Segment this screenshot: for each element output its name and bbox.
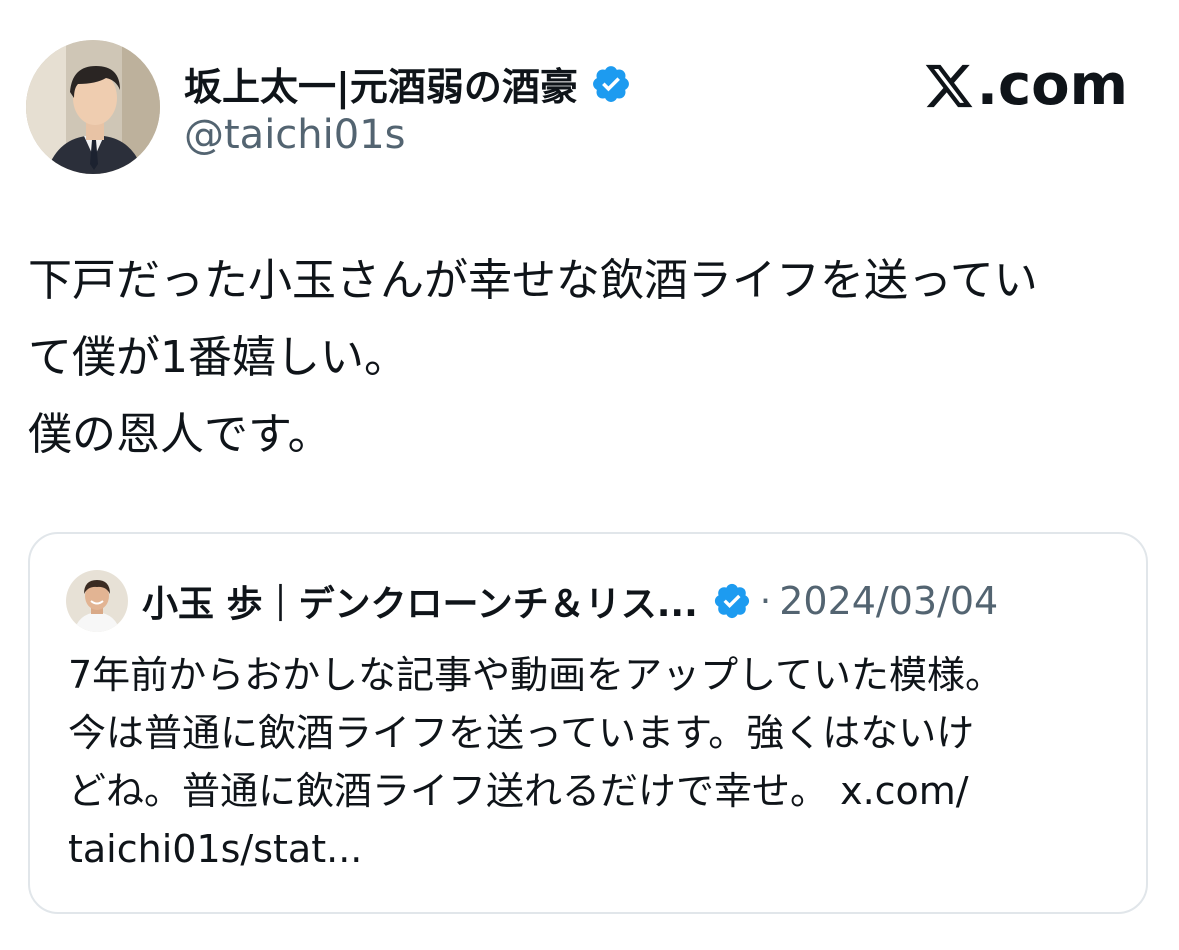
author-handle[interactable]: @taichi01s (184, 112, 406, 158)
brand-domain-text: .com (976, 53, 1128, 118)
post-card: 坂上太一|元酒弱の酒豪 @taichi01s .com 下戸だった小玉さんが幸せ… (0, 0, 1179, 950)
post-header: 坂上太一|元酒弱の酒豪 @taichi01s .com (26, 36, 1146, 176)
verified-badge-icon (712, 581, 752, 621)
quoted-post-date[interactable]: 2024/03/04 (779, 579, 998, 623)
author-name-row: 坂上太一|元酒弱の酒豪 (184, 56, 632, 111)
post-text: 下戸だった小玉さんが幸せな飲酒ライフを送ってい て僕が1番嬉しい。 僕の恩人です… (28, 242, 1148, 473)
quoted-post-text: 7年前からおかしな記事や動画をアップしていた模様。 今は普通に飲酒ライフを送って… (68, 646, 1128, 878)
post-text-line: 下戸だった小玉さんが幸せな飲酒ライフを送ってい (28, 255, 1038, 306)
post-text-line: 僕の恩人です。 (28, 409, 332, 460)
quoted-text-line: どね。普通に飲酒ライフ送れるだけで幸せ。 x.com/ (68, 769, 969, 813)
quoted-text-line: 7年前からおかしな記事や動画をアップしていた模様。 (68, 653, 1004, 697)
verified-badge-icon (590, 63, 632, 105)
post-text-line: て僕が1番嬉しい。 (28, 332, 408, 383)
author-display-name[interactable]: 坂上太一|元酒弱の酒豪 (184, 56, 578, 111)
quoted-text-line: 今は普通に飲酒ライフを送っています。強くはないけ (68, 711, 975, 755)
x-logo-icon (923, 60, 975, 112)
quoted-author-name[interactable]: 小玉 歩｜デンクローンチ＆リス... (142, 575, 698, 627)
author-avatar[interactable] (26, 40, 160, 174)
quoted-post[interactable]: 小玉 歩｜デンクローンチ＆リス... · 2024/03/04 7年前からおかし… (28, 532, 1148, 914)
separator-dot: · (759, 580, 772, 622)
x-brand[interactable]: .com (923, 58, 1128, 114)
quoted-post-header: 小玉 歩｜デンクローンチ＆リス... · 2024/03/04 (66, 570, 998, 632)
quoted-text-line: taichi01s/stat... (68, 827, 363, 871)
quoted-author-avatar[interactable] (66, 570, 128, 632)
